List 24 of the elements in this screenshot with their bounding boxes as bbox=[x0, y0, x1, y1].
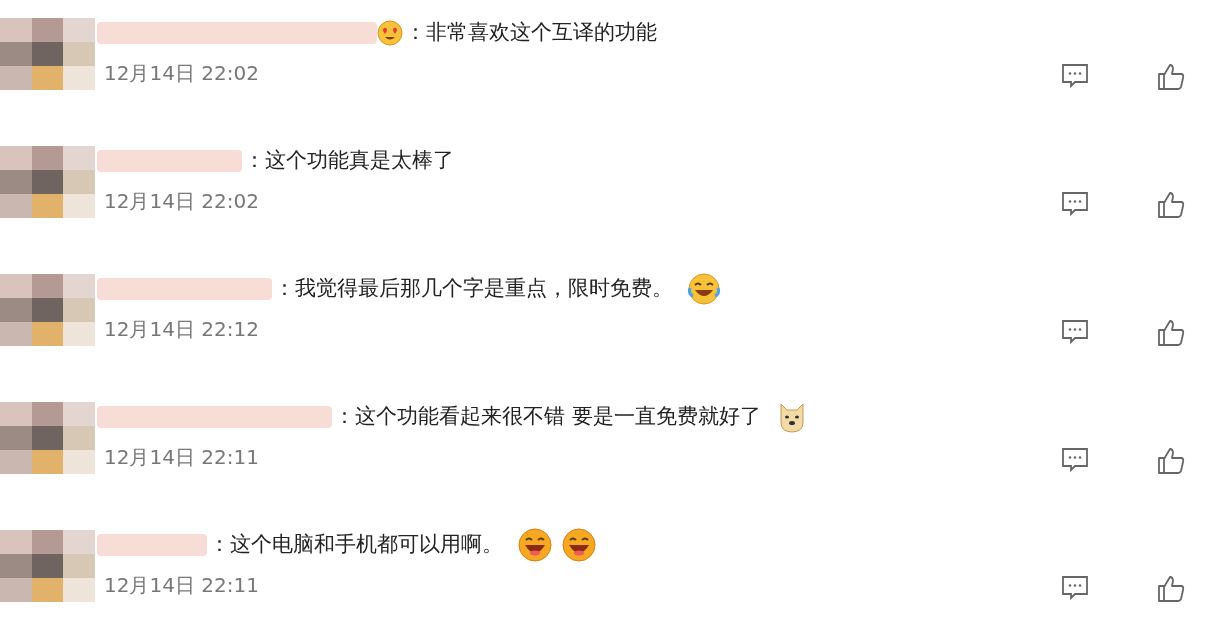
thumbs-up-icon[interactable] bbox=[1156, 574, 1186, 604]
comment-time: 12月14日 22:11 bbox=[104, 572, 259, 599]
thumbs-up-icon[interactable] bbox=[1156, 62, 1186, 92]
thumbs-up-icon[interactable] bbox=[1156, 318, 1186, 348]
heart-eyes-emoji-icon bbox=[377, 20, 403, 46]
laughing-emoji-icon bbox=[561, 527, 597, 563]
laughing-emoji-icon bbox=[517, 527, 553, 563]
comment-icon[interactable] bbox=[1060, 318, 1090, 346]
comment-icon[interactable] bbox=[1060, 574, 1090, 602]
comment-icon[interactable] bbox=[1060, 62, 1090, 90]
comment-time: 12月14日 22:12 bbox=[104, 316, 259, 343]
comment-text: ：这个功能看起来很不错 要是一直免费就好了 bbox=[334, 403, 761, 431]
thumbs-up-icon[interactable] bbox=[1156, 446, 1186, 476]
comment-icon[interactable] bbox=[1060, 190, 1090, 218]
comment-icon[interactable] bbox=[1060, 446, 1090, 474]
comment-text: ：非常喜欢这个互译的功能 bbox=[405, 19, 657, 47]
laughing-tears-emoji-icon bbox=[687, 272, 721, 306]
comment-time: 12月14日 22:02 bbox=[104, 60, 259, 87]
comment-text: ：这个电脑和手机都可以用啊。 bbox=[209, 531, 503, 559]
comment-time: 12月14日 22:11 bbox=[104, 444, 259, 471]
comment-time: 12月14日 22:02 bbox=[104, 188, 259, 215]
thumbs-up-icon[interactable] bbox=[1156, 190, 1186, 220]
comment-text: ：我觉得最后那几个字是重点，限时免费。 bbox=[274, 275, 673, 303]
comment-text: ：这个功能真是太棒了 bbox=[244, 147, 454, 175]
